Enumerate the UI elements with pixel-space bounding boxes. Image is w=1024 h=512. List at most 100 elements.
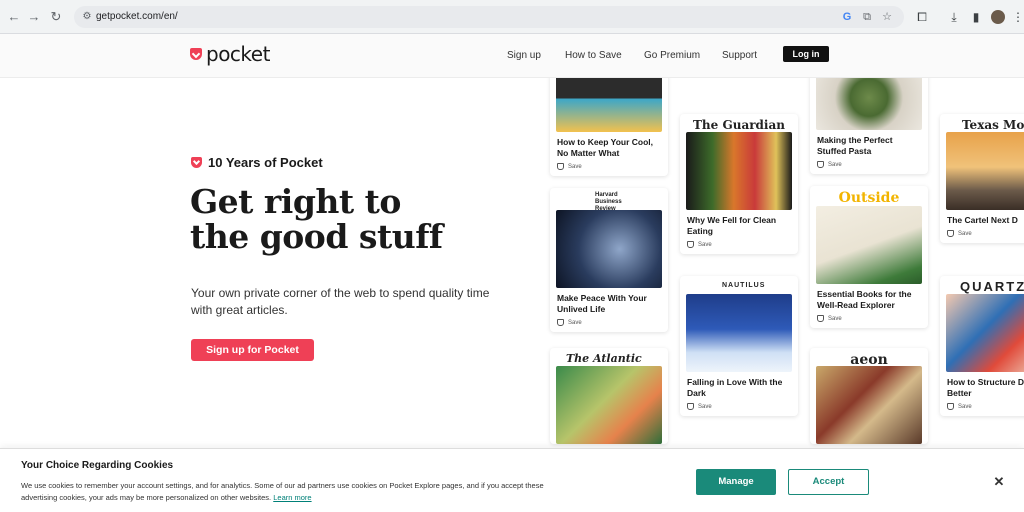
learn-more-link[interactable]: Learn more — [273, 493, 311, 502]
save-icon — [947, 230, 954, 237]
article-image — [816, 366, 922, 444]
article-card[interactable]: aeon — [810, 348, 928, 444]
save-label: Save — [568, 163, 582, 170]
article-title: How to Keep Your Cool, No Matter What — [557, 137, 654, 158]
hero-subtitle: Your own private corner of the web to sp… — [191, 286, 490, 317]
article-card[interactable]: Harvard Business Review Make Peace With … — [550, 188, 668, 332]
cookie-title: Your Choice Regarding Cookies — [21, 460, 174, 471]
cookie-banner: Your Choice Regarding Cookies We use coo… — [0, 448, 1024, 512]
logo-text: pocket — [206, 42, 270, 66]
article-card[interactable]: The Atlantic — [550, 348, 668, 444]
article-image — [686, 132, 792, 210]
save-icon — [687, 241, 694, 248]
share-icon[interactable]: ⧉ — [860, 10, 874, 24]
sign-up-button[interactable]: Sign up for Pocket — [191, 339, 314, 361]
page-title: Get right to the good stuff — [190, 184, 530, 254]
article-card[interactable]: How to Keep Your Cool, No Matter What Sa… — [550, 78, 668, 176]
anniversary-tag: 10 Years of Pocket — [191, 155, 323, 170]
article-image — [556, 210, 662, 288]
bookmark-star-icon[interactable]: ☆ — [880, 10, 894, 24]
google-lens-icon[interactable]: G — [840, 10, 854, 24]
save-button[interactable]: Save — [680, 237, 798, 254]
article-image — [946, 132, 1024, 210]
save-label: Save — [828, 315, 842, 322]
article-title: Making the Perfect Stuffed Pasta — [817, 135, 893, 156]
article-title: How to Structure Day Better — [947, 377, 1024, 398]
forward-icon[interactable]: → — [26, 9, 42, 25]
login-button[interactable]: Log in — [783, 46, 829, 62]
publisher-name: QUARTZ — [960, 279, 1024, 294]
article-image — [816, 206, 922, 284]
nav-go-premium[interactable]: Go Premium — [644, 50, 700, 61]
nav-support[interactable]: Support — [722, 50, 757, 61]
accept-cookies-button[interactable]: Accept — [788, 469, 869, 495]
browser-toolbar: ← → ↻ ⚙ getpocket.com/en/ G ⧉ ☆ ⧠ ⤓ ▮ ⋮ — [0, 0, 1024, 34]
article-card[interactable]: NAUTILUS Falling in Love With the Dark S… — [680, 276, 798, 416]
article-image — [556, 366, 662, 444]
cookie-body: We use cookies to remember your account … — [21, 480, 571, 504]
publisher-name: NAUTILUS — [722, 282, 766, 289]
publisher-name: Outside — [838, 190, 900, 206]
headline-line-1: Get right to — [190, 182, 401, 221]
nav-sign-up[interactable]: Sign up — [507, 50, 541, 61]
save-label: Save — [698, 403, 712, 410]
article-image — [946, 294, 1024, 372]
extensions-icon[interactable]: ⧠ — [914, 9, 930, 25]
address-bar[interactable]: ⚙ getpocket.com/en/ G ⧉ ☆ — [74, 6, 904, 28]
article-image — [556, 78, 662, 132]
profile-avatar[interactable] — [991, 10, 1005, 24]
save-button[interactable]: Save — [810, 157, 928, 174]
article-card[interactable]: QUARTZ How to Structure Day Better Save — [940, 276, 1024, 416]
save-icon — [687, 403, 694, 410]
save-button[interactable]: Save — [550, 159, 668, 176]
publisher-name: Texas Monthly — [962, 118, 1024, 132]
side-panel-icon[interactable]: ▮ — [968, 9, 984, 25]
tag-text: 10 Years of Pocket — [208, 155, 323, 170]
article-image — [686, 294, 792, 372]
publisher-name: The Guardian — [693, 118, 785, 132]
article-card-grid: How to Keep Your Cool, No Matter What Sa… — [540, 78, 1024, 450]
save-icon — [557, 319, 564, 326]
back-icon[interactable]: ← — [6, 9, 22, 25]
close-icon[interactable]: ✕ — [992, 475, 1006, 489]
publisher-name: The Atlantic — [566, 352, 642, 365]
pocket-logo-icon — [190, 48, 202, 60]
save-label: Save — [958, 230, 972, 237]
pocket-icon — [191, 157, 202, 168]
headline-line-2: the good stuff — [190, 217, 443, 256]
save-button[interactable]: Save — [940, 399, 1024, 416]
menu-icon[interactable]: ⋮ — [1010, 9, 1024, 25]
save-label: Save — [828, 161, 842, 168]
url-text[interactable]: getpocket.com/en/ — [96, 10, 178, 24]
site-info-icon[interactable]: ⚙ — [80, 10, 94, 24]
article-card[interactable]: Making the Perfect Stuffed Pasta Save — [810, 78, 928, 174]
save-label: Save — [698, 241, 712, 248]
article-title: The Cartel Next D — [947, 215, 1018, 225]
save-button[interactable]: Save — [680, 399, 798, 416]
article-title: Essential Books for the Well-Read Explor… — [817, 289, 912, 310]
site-header: pocket Sign up How to Save Go Premium Su… — [0, 34, 1024, 78]
save-label: Save — [568, 319, 582, 326]
article-title: Falling in Love With the Dark — [687, 377, 783, 398]
nav-how-to-save[interactable]: How to Save — [565, 50, 622, 61]
save-icon — [817, 315, 824, 322]
save-button[interactable]: Save — [810, 311, 928, 328]
manage-cookies-button[interactable]: Manage — [696, 469, 776, 495]
article-card[interactable]: Texas Monthly The Cartel Next D Save — [940, 114, 1024, 243]
publisher-name: aeon — [850, 352, 888, 366]
article-card[interactable]: Outside Essential Books for the Well-Rea… — [810, 186, 928, 328]
reload-icon[interactable]: ↻ — [48, 9, 64, 25]
save-label: Save — [958, 403, 972, 410]
download-icon[interactable]: ⤓ — [946, 9, 962, 25]
save-icon — [557, 163, 564, 170]
save-button[interactable]: Save — [940, 226, 1024, 243]
article-title: Make Peace With Your Unlived Life — [557, 293, 647, 314]
save-button[interactable]: Save — [550, 315, 668, 332]
pocket-logo[interactable]: pocket — [190, 42, 270, 66]
publisher-name: Harvard Business Review — [595, 192, 622, 210]
article-image — [816, 78, 922, 130]
article-title: Why We Fell for Clean Eating — [687, 215, 777, 236]
article-card[interactable]: The Guardian Why We Fell for Clean Eatin… — [680, 114, 798, 254]
save-icon — [947, 403, 954, 410]
save-icon — [817, 161, 824, 168]
